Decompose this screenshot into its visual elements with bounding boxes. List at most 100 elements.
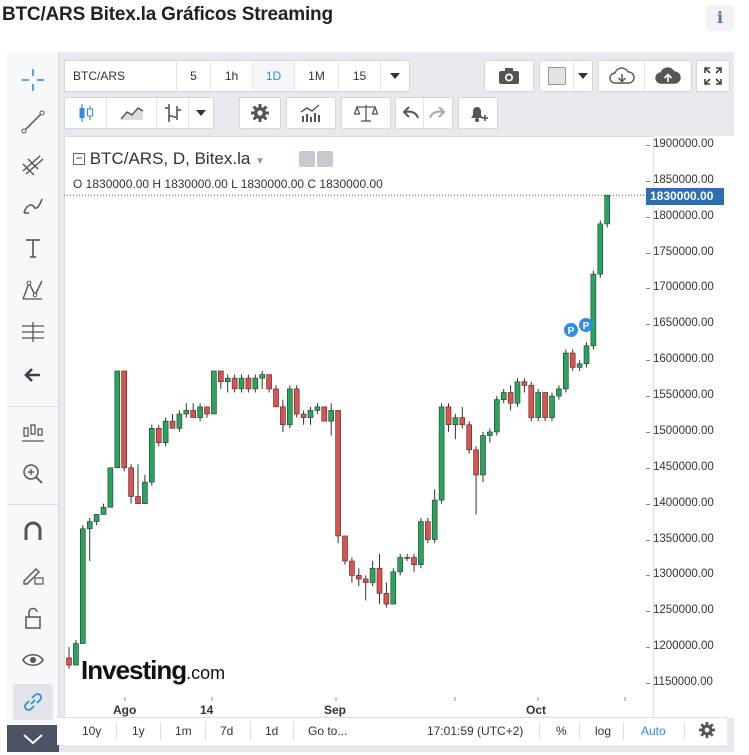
candle — [514, 378, 521, 407]
price-axis-label: 1550000.00 — [653, 389, 714, 402]
candle-body — [535, 392, 542, 418]
candle-body — [590, 273, 597, 347]
price-axis-label: 1600000.00 — [653, 353, 714, 366]
candle-body — [197, 406, 203, 418]
candle — [383, 582, 390, 608]
settings-gear-icon[interactable] — [698, 721, 716, 742]
candle-body — [93, 514, 100, 522]
candle — [445, 403, 452, 432]
candle — [507, 385, 514, 411]
candle-body — [452, 417, 459, 426]
candle-body — [390, 571, 397, 605]
candle-body — [66, 657, 72, 666]
candle-body — [487, 431, 493, 436]
candle — [466, 421, 473, 454]
candle-body — [355, 575, 362, 580]
candle — [218, 370, 224, 389]
investing-logo: Investing.com — [81, 655, 226, 685]
candle — [459, 406, 466, 429]
candle-body — [418, 521, 424, 565]
range-1m[interactable]: 1m — [175, 724, 192, 738]
time-axis-label: Sep — [324, 703, 347, 717]
candle — [293, 385, 300, 418]
candle — [224, 374, 231, 393]
candle — [121, 370, 127, 472]
candle — [390, 568, 397, 605]
price-tick — [646, 575, 650, 577]
candle — [369, 561, 376, 587]
candle — [183, 403, 190, 418]
range-10y[interactable]: 10y — [82, 724, 101, 738]
candle — [604, 194, 611, 228]
candle — [252, 374, 259, 393]
candle-body — [376, 567, 383, 594]
candle-body — [424, 521, 431, 540]
log-toggle[interactable]: log — [595, 724, 611, 738]
candle-body — [218, 370, 224, 383]
percent-toggle[interactable]: % — [556, 724, 567, 738]
candle-body — [307, 410, 314, 418]
candle — [204, 406, 210, 418]
price-axis-label: 1200000.00 — [653, 640, 714, 653]
price-axis-label: 1450000.00 — [653, 460, 714, 473]
candle-body — [231, 377, 238, 390]
candle — [576, 360, 583, 371]
candle-body — [473, 449, 479, 476]
price-tick — [646, 396, 650, 398]
time-axis-label: Ago — [113, 703, 137, 717]
candle — [300, 410, 307, 425]
candle — [280, 399, 286, 432]
auto-toggle[interactable]: Auto — [641, 724, 666, 738]
candle — [107, 467, 114, 508]
candle — [424, 518, 431, 544]
candle-body — [293, 388, 300, 415]
range-7d[interactable]: 7d — [220, 724, 233, 738]
price-axis-label: 1900000.00 — [653, 138, 714, 150]
candle — [114, 370, 121, 469]
range-1d[interactable]: 1d — [265, 724, 278, 738]
candle — [487, 428, 493, 443]
price-axis-label: 1250000.00 — [653, 604, 714, 617]
candle-body — [411, 557, 417, 565]
candle — [569, 349, 576, 371]
candle-body — [321, 406, 328, 422]
event-marker-label: P — [568, 326, 575, 337]
candle-body — [259, 374, 266, 379]
candle-body — [162, 420, 169, 443]
price-tick — [646, 360, 650, 362]
candle-body — [583, 345, 590, 365]
candle — [231, 374, 238, 393]
candle — [66, 647, 72, 669]
candle-body — [211, 370, 217, 415]
event-marker-label: P — [583, 321, 590, 332]
candle — [493, 396, 500, 436]
candle — [142, 474, 148, 504]
price-tick — [646, 252, 650, 254]
candle — [583, 342, 590, 368]
candle — [549, 392, 555, 422]
price-tick — [646, 145, 650, 146]
candle-body — [342, 535, 348, 562]
price-axis-label: 1700000.00 — [653, 281, 714, 294]
goto-button[interactable]: Go to... — [308, 724, 347, 738]
candle — [438, 403, 445, 504]
time-axis-label: Oct — [526, 703, 547, 717]
candle — [452, 414, 459, 440]
candle — [590, 270, 597, 350]
range-1y[interactable]: 1y — [132, 724, 145, 738]
candle — [521, 378, 528, 393]
candle-body — [121, 370, 127, 469]
candle-body — [362, 578, 369, 583]
candle-body — [500, 392, 507, 400]
candle-body — [604, 194, 611, 225]
candle-body — [466, 424, 473, 451]
candle — [211, 370, 217, 415]
candle — [176, 410, 183, 432]
candle-body — [576, 363, 583, 368]
candle — [135, 464, 141, 504]
candle — [397, 553, 404, 576]
candle-body — [286, 388, 293, 426]
candle-body — [459, 417, 466, 426]
price-tick — [646, 180, 650, 182]
candle-body — [107, 467, 114, 508]
